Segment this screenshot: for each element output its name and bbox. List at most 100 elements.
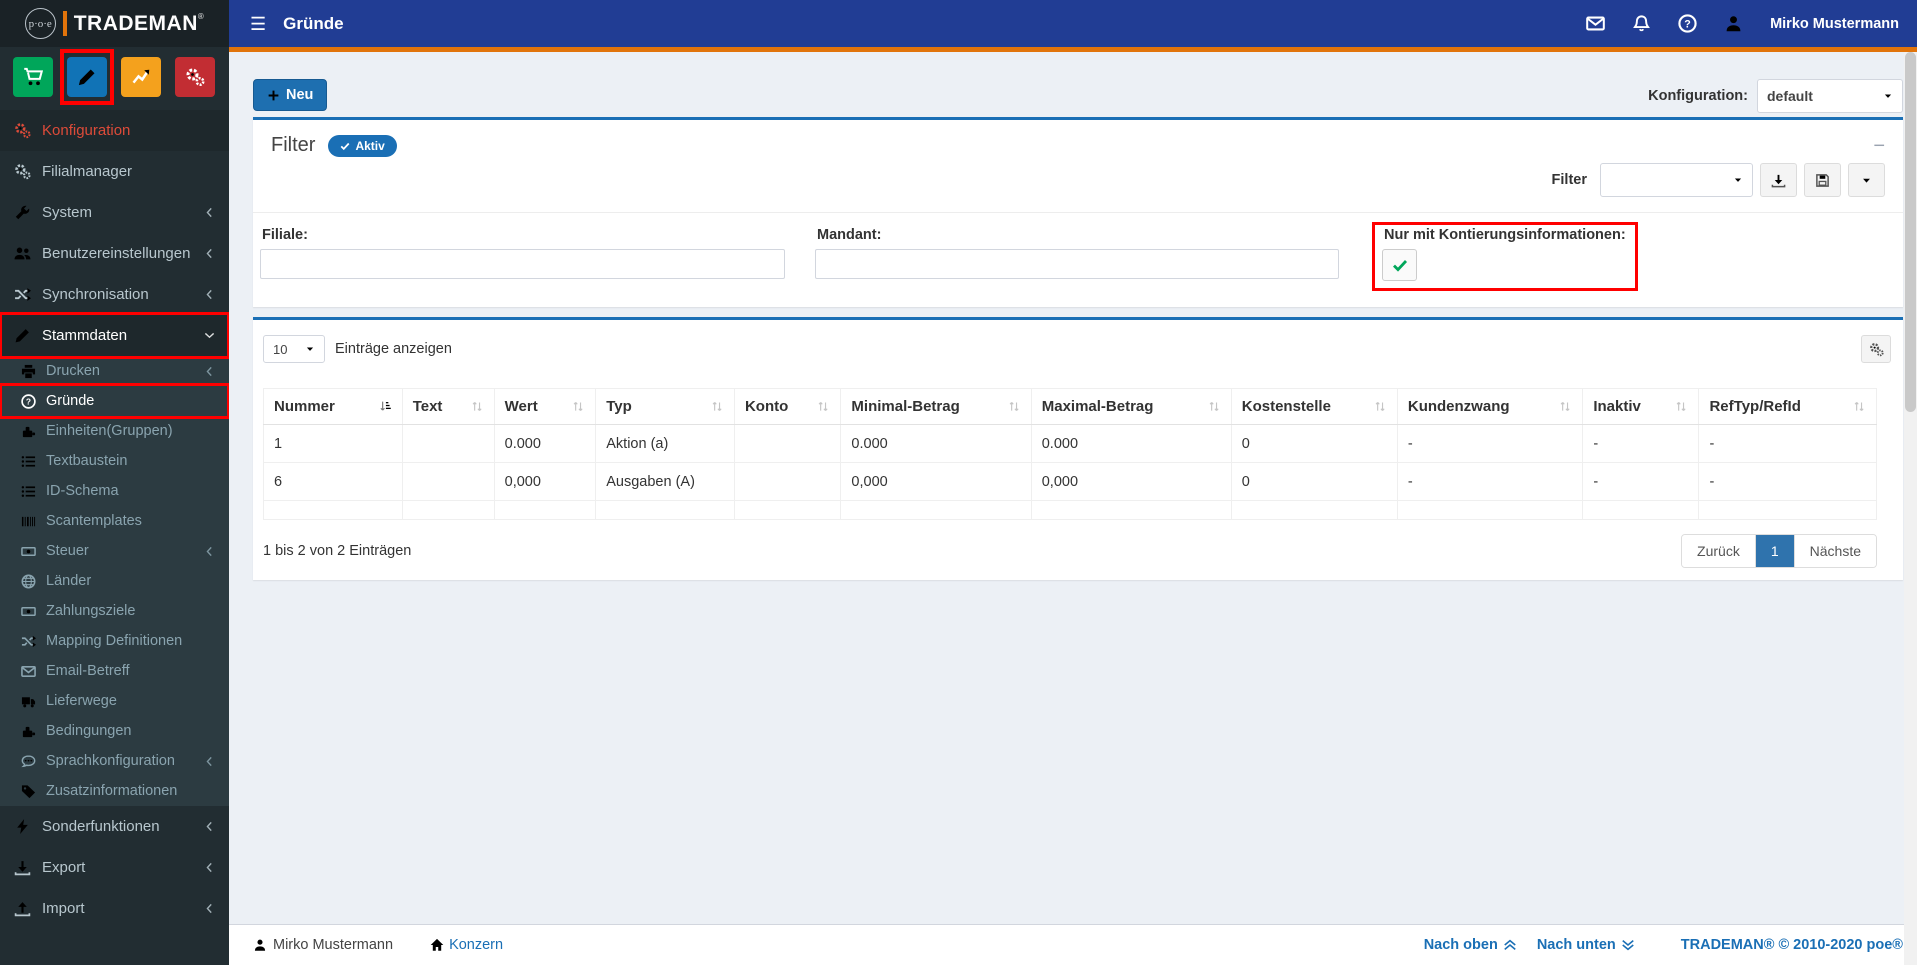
table-row[interactable]: 1 0.000 Aktion (a) 0.000 0.000 0 - - - <box>263 424 1877 463</box>
column-header-typ[interactable]: Typ <box>595 388 735 425</box>
cell-minimal-betrag: 0.000 <box>840 424 1032 463</box>
sort-icon <box>1008 400 1021 413</box>
sidebar-item-export[interactable]: Export <box>0 847 229 888</box>
sidebar-subitem-textbaustein[interactable]: Textbaustein <box>0 446 229 476</box>
puzzle-icon <box>21 424 36 439</box>
sidebar-subitem-laender[interactable]: Länder <box>0 566 229 596</box>
sidebar-subitem-mapping-definitionen[interactable]: Mapping Definitionen <box>0 626 229 656</box>
filter-panel-title: Filter <box>271 134 316 156</box>
current-user[interactable]: Mirko Mustermann <box>1770 16 1899 32</box>
sort-amount-icon <box>379 400 392 413</box>
chevron-left-icon <box>204 546 215 557</box>
footer-right: Nach oben Nach unten TRADEMAN® © 2010-20… <box>1424 937 1903 953</box>
cell-kostenstelle: 0 <box>1230 462 1398 501</box>
pagination-prev-button[interactable]: Zurück <box>1682 535 1755 567</box>
footer-company-link[interactable]: Konzern <box>430 937 503 953</box>
collapse-panel-icon[interactable]: − <box>1873 136 1885 156</box>
scroll-to-top-link[interactable]: Nach oben <box>1424 937 1517 953</box>
sidebar-item-system[interactable]: System <box>0 192 229 233</box>
stammdaten-submenu: Drucken Gründe Einheiten(Gruppen) Textba… <box>0 356 229 806</box>
sort-icon <box>1675 400 1688 413</box>
configuration-select[interactable]: default <box>1757 79 1903 113</box>
caret-down-icon <box>1883 91 1893 101</box>
column-header-text[interactable]: Text <box>401 388 495 425</box>
sidebar-subitem-bedingungen[interactable]: Bedingungen <box>0 716 229 746</box>
sidebar-subitem-email-betreff[interactable]: Email-Betreff <box>0 656 229 686</box>
chevron-down-icon <box>204 330 215 341</box>
scroll-to-bottom-link[interactable]: Nach unten <box>1537 937 1635 953</box>
cell-nummer: 1 <box>263 424 403 463</box>
kontierung-checkbox[interactable] <box>1382 249 1417 281</box>
sidebar-item-konfiguration[interactable]: Konfiguration <box>0 110 229 151</box>
statistics-button[interactable] <box>121 57 161 97</box>
column-header-inaktiv[interactable]: Inaktiv <box>1582 388 1700 425</box>
settings-button[interactable] <box>175 57 215 97</box>
hamburger-menu-icon[interactable]: ☰ <box>250 15 266 33</box>
money-icon <box>21 544 36 559</box>
sidebar-item-synchronisation[interactable]: Synchronisation <box>0 274 229 315</box>
sidebar-subitem-label: Einheiten(Gruppen) <box>46 423 173 439</box>
pencil-icon <box>77 67 97 87</box>
gruende-table: Nummer Text Wert Typ Konto Minimal-Betra… <box>263 388 1877 520</box>
sidebar-subitem-sprachkonfiguration[interactable]: Sprachkonfiguration <box>0 746 229 776</box>
filter-more-options-button[interactable] <box>1848 163 1885 197</box>
column-header-nummer[interactable]: Nummer <box>263 388 403 425</box>
column-header-kundenzwang[interactable]: Kundenzwang <box>1396 388 1584 425</box>
sidebar-subitem-steuer[interactable]: Steuer <box>0 536 229 566</box>
sort-icon <box>1208 400 1221 413</box>
column-header-wert[interactable]: Wert <box>493 388 597 425</box>
sidebar-subitem-zusatzinformationen[interactable]: Zusatzinformationen <box>0 776 229 806</box>
sidebar-item-import[interactable]: Import <box>0 888 229 929</box>
shuffle-icon <box>21 634 36 649</box>
sidebar-subitem-drucken[interactable]: Drucken <box>0 356 229 386</box>
filiale-input[interactable] <box>260 249 785 279</box>
load-filter-button[interactable] <box>1760 163 1797 197</box>
column-header-reftyp-refid[interactable]: RefTyp/RefId <box>1698 388 1877 425</box>
sidebar-subitem-id-schema[interactable]: ID-Schema <box>0 476 229 506</box>
stammdaten-pencil-button[interactable] <box>67 57 107 97</box>
cell-typ: Aktion (a) <box>595 424 735 463</box>
filter-select-label: Filter <box>1551 172 1587 188</box>
bell-icon[interactable] <box>1632 14 1651 33</box>
save-icon <box>1815 173 1830 188</box>
cart-button[interactable] <box>13 57 53 97</box>
sidebar-item-filialmanager[interactable]: Filialmanager <box>0 151 229 192</box>
sidebar-item-stammdaten[interactable]: Stammdaten <box>0 312 229 359</box>
sidebar-item-sonderfunktionen[interactable]: Sonderfunktionen <box>0 806 229 847</box>
table-settings-button[interactable] <box>1861 335 1891 363</box>
scrollbar-thumb[interactable] <box>1905 52 1916 412</box>
column-header-konto[interactable]: Konto <box>733 388 842 425</box>
sidebar-subitem-lieferwege[interactable]: Lieferwege <box>0 686 229 716</box>
main-area: ☰ Gründe Mirko Mustermann Neu Konfigurat… <box>229 0 1917 965</box>
save-filter-button[interactable] <box>1804 163 1841 197</box>
gears-icon <box>14 163 31 180</box>
sidebar-subitem-label: Zusatzinformationen <box>46 783 178 799</box>
column-header-minimal-betrag[interactable]: Minimal-Betrag <box>840 388 1032 425</box>
question-circle-icon[interactable] <box>1678 14 1697 33</box>
sidebar-subitem-label: Email-Betreff <box>46 663 130 679</box>
page-length-select[interactable]: 10 <box>263 335 325 363</box>
mandant-input[interactable] <box>815 249 1339 279</box>
mandant-label: Mandant: <box>817 227 882 243</box>
new-entry-button[interactable]: Neu <box>253 79 328 111</box>
user-icon[interactable] <box>1724 14 1743 33</box>
filter-preset-select[interactable] <box>1600 163 1753 197</box>
vertical-scrollbar[interactable] <box>1904 52 1917 965</box>
sidebar-item-benutzereinstellungen[interactable]: Benutzereinstellungen <box>0 233 229 274</box>
envelope-icon[interactable] <box>1586 14 1605 33</box>
pagination-page-1[interactable]: 1 <box>1754 535 1794 567</box>
sidebar-subitem-gruende[interactable]: Gründe <box>0 383 229 419</box>
column-header-kostenstelle[interactable]: Kostenstelle <box>1230 388 1398 425</box>
table-row[interactable]: 6 0,000 Ausgaben (A) 0,000 0,000 0 - - - <box>263 462 1877 501</box>
sidebar-subitem-label: Bedingungen <box>46 723 132 739</box>
sidebar-subitem-zahlungsziele[interactable]: Zahlungsziele <box>0 596 229 626</box>
filter-active-badge: Aktiv <box>328 134 397 157</box>
kontierung-field-group: Nur mit Kontierungsinformationen: <box>1372 222 1638 291</box>
pagination-next-button[interactable]: Nächste <box>1793 535 1876 567</box>
sidebar-subitem-label: Lieferwege <box>46 693 117 709</box>
sidebar-subitem-einheiten-gruppen[interactable]: Einheiten(Gruppen) <box>0 416 229 446</box>
sidebar-subitem-scantemplates[interactable]: Scantemplates <box>0 506 229 536</box>
column-header-maximal-betrag[interactable]: Maximal-Betrag <box>1030 388 1232 425</box>
sidebar: p·o·e TRADEMAN® Konfiguration Filialmana… <box>0 0 229 965</box>
pagination: Zurück 1 Nächste <box>1681 534 1877 568</box>
